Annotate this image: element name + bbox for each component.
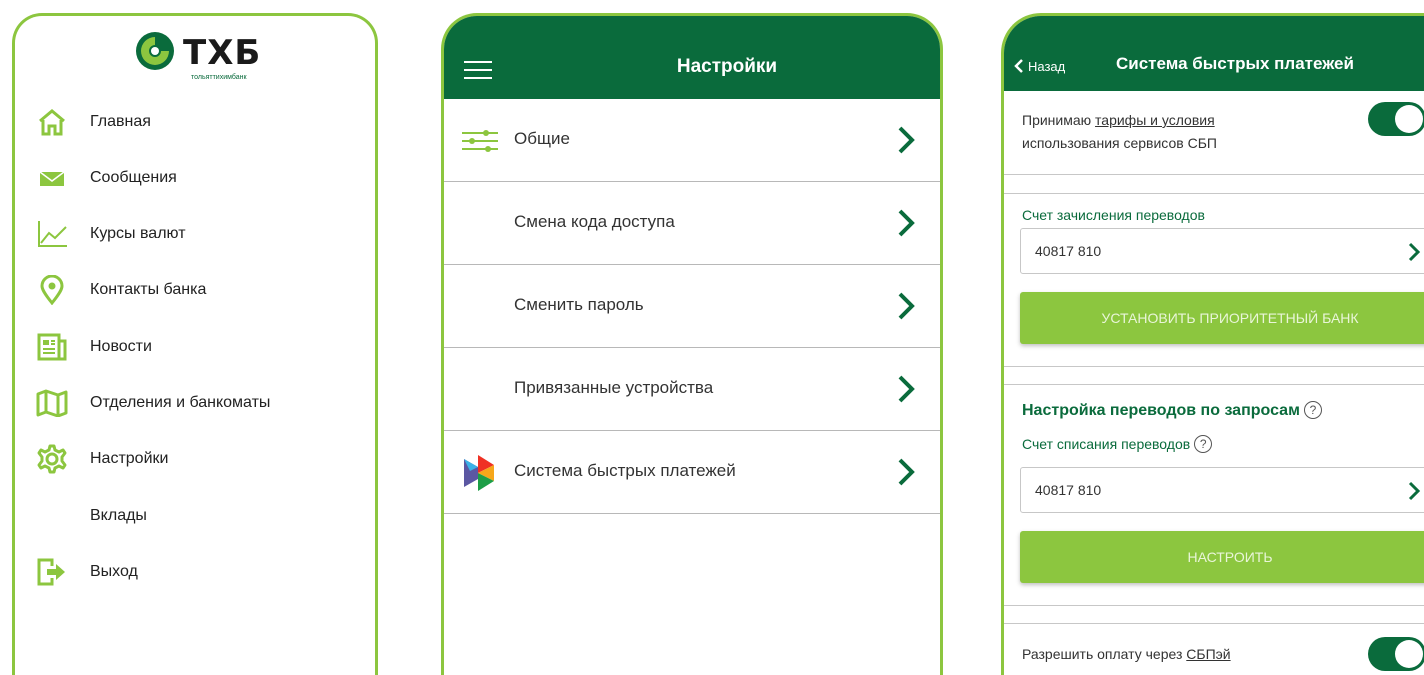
envelope-icon [35,161,69,195]
exit-icon [35,555,69,589]
settings-row-general[interactable]: Общие [444,99,940,182]
settings-row-password[interactable]: Сменить пароль [444,265,940,348]
menu-item-contacts[interactable]: Контакты банка [35,270,206,310]
accept-terms-line2: использования сервисов СБП [1022,135,1217,151]
chevron-right-icon [898,292,915,320]
location-pin-icon [35,273,69,307]
sbpay-link[interactable]: СБПэй [1186,646,1230,662]
menu-item-rates[interactable]: Курсы валют [35,214,186,254]
settings-row-sbp[interactable]: Система быстрых платежей [444,431,940,514]
logo-mark-icon [136,32,174,70]
menu-label: Новости [90,338,152,355]
divider [1004,384,1424,385]
accept-terms-text: Принимаю тарифы и условия [1022,112,1215,128]
sbp-screen: Назад Система быстрых платежей Принимаю … [1001,13,1424,675]
debit-account-value: 40817 810 [1035,482,1102,498]
logo-subtext: тольяттихимбанк [191,74,247,81]
menu-screen: ТХБ тольяттихимбанк Главная Сообщения Ку… [12,13,378,675]
map-icon [35,386,69,420]
menu-label: Отделения и банкоматы [90,394,271,411]
menu-label: Выход [90,563,138,580]
menu-item-branches[interactable]: Отделения и банкоматы [35,383,270,423]
page-title: Система быстрых платежей [1116,54,1354,73]
chart-icon [35,217,69,251]
debit-account-select[interactable]: 40817 810 [1020,467,1424,513]
settings-row-label: Общие [514,129,570,148]
credit-account-label: Счет зачисления переводов [1022,207,1205,223]
menu-item-exit[interactable]: Выход [35,552,138,592]
chevron-left-icon [1014,59,1023,73]
sbp-header: Назад Система быстрых платежей [1004,16,1424,91]
divider [1004,623,1424,624]
logo-text: ТХБ [183,33,262,73]
settings-screen: Настройки Общие Смена кода доступа Смени… [441,13,943,675]
settings-row-label: Смена кода доступа [514,212,675,231]
menu-item-messages[interactable]: Сообщения [35,158,177,198]
help-icon[interactable]: ? [1194,435,1213,453]
debit-account-label: Счет списания переводов? [1022,435,1213,453]
divider [1004,366,1424,367]
settings-header: Настройки [444,16,940,99]
divider [1004,193,1424,194]
menu-item-settings[interactable]: Настройки [35,439,168,479]
menu-label: Настройки [90,450,169,467]
chevron-right-icon [898,458,915,486]
help-icon[interactable]: ? [1303,401,1322,419]
page-title: Настройки [676,56,778,77]
newspaper-icon [35,330,69,364]
chevron-right-icon [898,126,915,154]
back-label: Назад [1028,58,1066,74]
menu-label: Контакты банка [90,281,207,298]
home-icon [35,105,69,139]
menu-item-deposits[interactable]: Вклады [35,496,147,536]
divider [1004,605,1424,606]
chevron-right-icon [898,209,915,237]
settings-row-label: Сменить пароль [514,295,644,314]
settings-row-access-code[interactable]: Смена кода доступа [444,182,940,265]
configure-button[interactable]: НАСТРОИТЬ [1020,531,1424,583]
chevron-right-icon [898,375,915,403]
back-button[interactable]: Назад [1014,58,1065,74]
sbpay-toggle[interactable] [1368,637,1424,671]
gear-icon [35,442,69,476]
menu-label: Вклады [90,507,147,524]
credit-account-select[interactable]: 40817 810 [1020,228,1424,274]
sbp-logo-icon [464,455,494,491]
sliders-icon [462,130,498,152]
sbpay-text: Разрешить оплату через СБПэй [1022,646,1231,662]
menu-item-home[interactable]: Главная [35,102,151,142]
menu-label: Курсы валют [90,225,186,242]
divider [1004,174,1424,175]
settings-row-label: Система быстрых платежей [514,461,736,480]
menu-label: Главная [90,113,151,130]
bank-logo: ТХБ тольяттихимбанк [135,31,285,91]
requests-section-title: Настройка переводов по запросам? [1022,401,1322,420]
settings-row-label: Привязанные устройства [514,378,714,397]
menu-item-news[interactable]: Новости [35,327,152,367]
credit-account-value: 40817 810 [1035,243,1102,259]
chevron-right-icon [1408,242,1421,262]
terms-link[interactable]: тарифы и условия [1095,112,1215,128]
accept-terms-toggle[interactable] [1368,102,1424,136]
chevron-right-icon [1408,481,1421,501]
set-priority-bank-button[interactable]: УСТАНОВИТЬ ПРИОРИТЕТНЫЙ БАНК [1020,292,1424,344]
menu-label: Сообщения [90,169,177,186]
settings-row-devices[interactable]: Привязанные устройства [444,348,940,431]
